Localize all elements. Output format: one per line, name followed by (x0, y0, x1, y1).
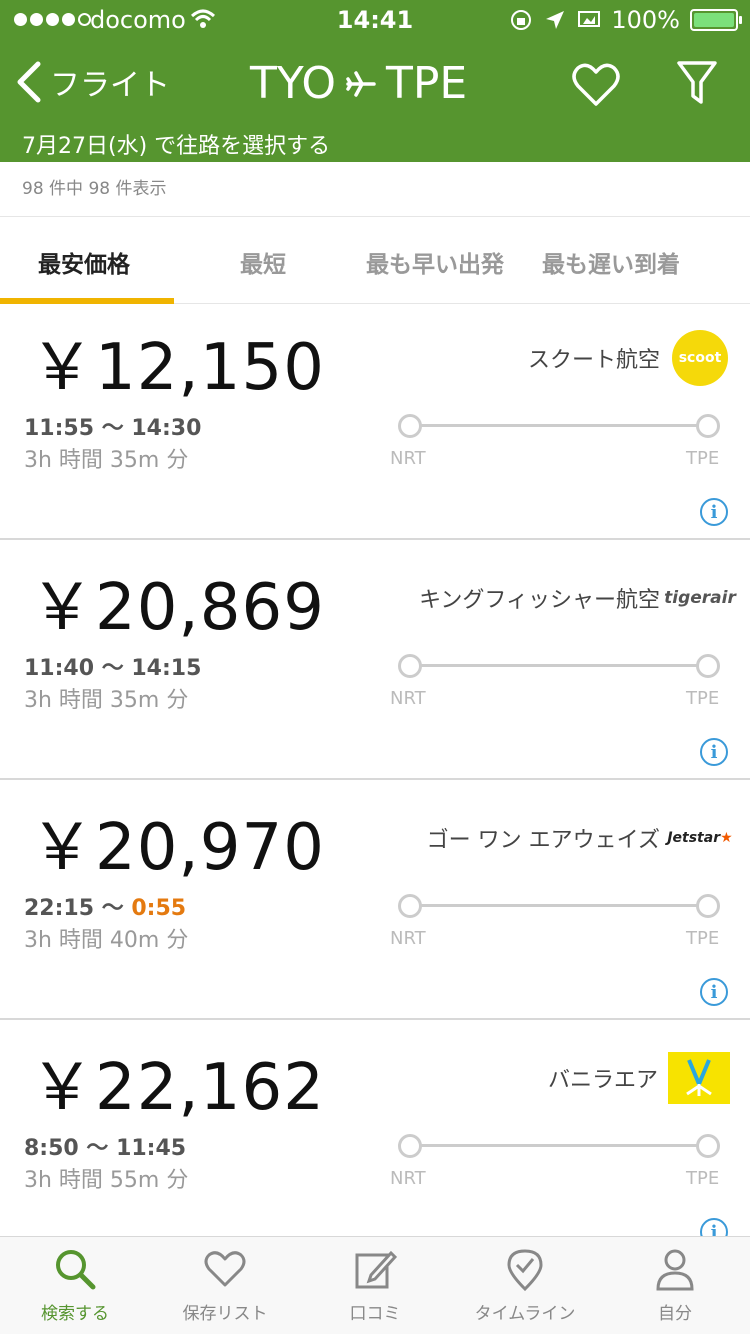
flight-duration: 3h 時間 55m 分 (24, 1168, 189, 1193)
chevron-left-icon (17, 61, 41, 103)
departure-time: 8:50 (24, 1136, 79, 1161)
origin-airport: NRT (390, 1168, 426, 1189)
airline-name: スクート航空 (527, 348, 660, 373)
user-icon (656, 1249, 694, 1291)
flight-price: ￥20,970 (30, 811, 325, 885)
flight-card[interactable]: ￥20,869 キングフィッシャー航空 tigerair 11:40 〜 14:… (0, 546, 750, 780)
airline-name: バニラエア (547, 1068, 658, 1093)
origin-airport: NRT (390, 688, 426, 709)
route-line (398, 654, 720, 678)
flight-duration: 3h 時間 40m 分 (24, 928, 189, 953)
flight-times: 22:15 〜 0:55 (24, 896, 187, 921)
flight-times: 11:40 〜 14:15 (24, 656, 202, 681)
back-button[interactable]: フライト (14, 60, 170, 104)
result-count: 98 件中 98 件表示 (22, 179, 167, 199)
info-icon[interactable]: i (700, 738, 728, 766)
screen-mirror-icon (578, 11, 601, 27)
airline-name: キングフィッシャー航空 (419, 588, 660, 613)
arrival-time: 14:30 (131, 416, 202, 441)
bottom-tab-bar: 検索する 保存リスト 口コミ タイムライン 自分 (0, 1236, 750, 1334)
tab-shortest[interactable]: 最短 (240, 245, 286, 279)
flight-card[interactable]: ￥12,150 スクート航空 scoot 11:55 〜 14:30 3h 時間… (0, 306, 750, 540)
departure-time: 11:55 (24, 416, 95, 441)
destination-code: TPE (385, 58, 468, 109)
heart-icon[interactable] (572, 62, 620, 108)
route-line (398, 414, 720, 438)
tabbar-label: 検索する (41, 1304, 109, 1324)
vanilla-logo-mark (686, 1059, 712, 1096)
tabbar-item-timeline[interactable]: タイムライン (450, 1247, 600, 1324)
airline-name: ゴー ワン エアウェイズ (426, 828, 660, 853)
location-icon (546, 11, 565, 29)
app-header: docomo 14:41 100% フライト TYO TPE 7月27日(水) … (0, 0, 750, 162)
map-pin-icon (507, 1249, 543, 1291)
status-bar: docomo 14:41 100% (0, 0, 750, 40)
arrival-time-next-day: 0:55 (131, 896, 187, 921)
search-icon (56, 1250, 96, 1290)
jetstar-logo: Jetstar (667, 830, 721, 846)
arrival-time: 11:45 (116, 1136, 187, 1161)
info-icon[interactable]: i (700, 498, 728, 526)
origin-code: TYO (250, 58, 336, 109)
flight-price: ￥22,162 (30, 1051, 325, 1125)
date-subtitle: 7月27日(水) で往路を選択する (22, 134, 331, 159)
origin-airport: NRT (390, 448, 426, 469)
destination-airport: TPE (686, 688, 720, 709)
sort-tabs: 最安価格 最短 最も早い出発 最も遅い到着 (0, 216, 750, 304)
tabbar-item-profile[interactable]: 自分 (600, 1247, 750, 1324)
tabbar-label: 口コミ (349, 1304, 401, 1324)
tabbar-label: タイムライン (474, 1304, 576, 1324)
origin-airport: NRT (390, 928, 426, 949)
route-line (398, 1134, 720, 1158)
heart-icon (204, 1251, 246, 1287)
tabbar-item-saved[interactable]: 保存リスト (150, 1247, 300, 1324)
departure-time: 22:15 (24, 896, 95, 921)
flight-duration: 3h 時間 35m 分 (24, 448, 189, 473)
arrival-time: 14:15 (131, 656, 202, 681)
back-label: フライト (50, 68, 170, 103)
route-line (398, 894, 720, 918)
battery-icon (690, 9, 742, 31)
tab-latest-arrival[interactable]: 最も遅い到着 (542, 245, 680, 279)
airline-logo: scoot (670, 330, 730, 386)
tabbar-item-reviews[interactable]: 口コミ (300, 1247, 450, 1324)
flight-price: ￥20,869 (30, 571, 325, 645)
flight-price: ￥12,150 (30, 331, 325, 405)
scoot-logo: scoot (672, 330, 728, 386)
flight-times: 8:50 〜 11:45 (24, 1136, 187, 1161)
edit-icon (355, 1250, 397, 1289)
destination-airport: TPE (686, 928, 720, 949)
destination-airport: TPE (686, 1168, 720, 1189)
destination-airport: TPE (686, 448, 720, 469)
filter-icon[interactable] (676, 60, 718, 108)
airline-logo: Jetstar★ (667, 812, 733, 864)
airline-logo: tigerair (664, 572, 736, 624)
flight-duration: 3h 時間 35m 分 (24, 688, 189, 713)
tab-cheapest[interactable]: 最安価格 (38, 245, 130, 279)
tab-earliest-departure[interactable]: 最も早い出発 (366, 245, 504, 279)
star-icon: ★ (720, 830, 733, 846)
rotation-lock-icon (511, 10, 532, 30)
tabbar-label: 自分 (658, 1304, 692, 1324)
vanilla-air-logo (668, 1052, 730, 1104)
tigerair-logo: tigerair (664, 588, 736, 608)
flight-times: 11:55 〜 14:30 (24, 416, 202, 441)
tabbar-label: 保存リスト (182, 1304, 268, 1324)
info-icon[interactable]: i (700, 978, 728, 1006)
page-title: TYO TPE (250, 58, 467, 109)
plane-icon (346, 70, 376, 97)
flight-card[interactable]: ￥20,970 ゴー ワン エアウェイズ Jetstar★ 22:15 〜 0:… (0, 786, 750, 1020)
flight-card[interactable]: ￥22,162 バニラエア 8:50 〜 11:45 3h 時間 55m 分 N… (0, 1026, 750, 1260)
departure-time: 11:40 (24, 656, 95, 681)
tabbar-item-search[interactable]: 検索する (0, 1247, 150, 1324)
nav-bar: フライト TYO TPE (0, 40, 750, 130)
battery-percentage: 100% (611, 6, 680, 34)
active-tab-indicator (0, 298, 174, 304)
